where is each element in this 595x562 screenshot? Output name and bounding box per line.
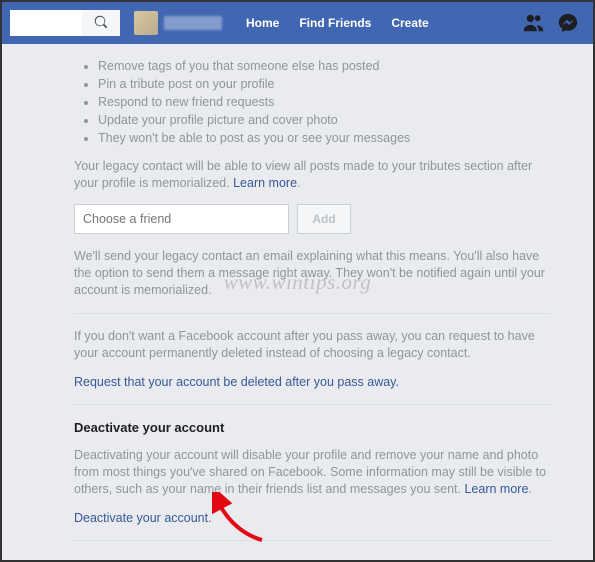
search-icon — [94, 15, 108, 32]
profile-chip[interactable] — [128, 11, 228, 35]
learn-more-link[interactable]: Learn more — [464, 482, 528, 496]
divider — [74, 313, 551, 314]
request-delete-link[interactable]: Request that your account be deleted aft… — [74, 375, 399, 389]
legacy-email-note: We'll send your legacy contact an email … — [74, 248, 551, 299]
profile-name-blurred — [164, 16, 222, 30]
top-navbar: Home Find Friends Create — [2, 2, 593, 44]
nav-find-friends[interactable]: Find Friends — [289, 2, 381, 44]
legacy-description: Your legacy contact will be able to view… — [74, 158, 551, 192]
list-item: They won't be able to post as you or see… — [98, 130, 551, 147]
list-item: Pin a tribute post on your profile — [98, 76, 551, 93]
topbar-icons — [523, 12, 585, 34]
avatar — [134, 11, 158, 35]
list-item: Respond to new friend requests — [98, 94, 551, 111]
settings-content: Remove tags of you that someone else has… — [2, 44, 593, 541]
friends-icon[interactable] — [523, 12, 545, 34]
deactivate-heading: Deactivate your account — [74, 419, 551, 437]
choose-friend-row: Add — [74, 204, 551, 234]
nav-links: Home Find Friends Create — [236, 2, 439, 44]
list-item: Update your profile picture and cover ph… — [98, 112, 551, 129]
search-button[interactable] — [82, 10, 120, 36]
deactivate-account-link[interactable]: Deactivate your account. — [74, 511, 212, 525]
legacy-permissions-list: Remove tags of you that someone else has… — [74, 58, 551, 146]
search-wrap — [10, 10, 120, 36]
choose-friend-input[interactable] — [74, 204, 289, 234]
messenger-icon[interactable] — [557, 12, 579, 34]
list-item: Remove tags of you that someone else has… — [98, 58, 551, 75]
nav-home[interactable]: Home — [236, 2, 289, 44]
divider — [74, 404, 551, 405]
search-input[interactable] — [10, 10, 82, 36]
nav-create[interactable]: Create — [381, 2, 438, 44]
learn-more-link[interactable]: Learn more — [233, 176, 297, 190]
delete-after-death-para: If you don't want a Facebook account aft… — [74, 328, 551, 362]
divider — [74, 540, 551, 541]
deactivate-description: Deactivating your account will disable y… — [74, 447, 551, 498]
add-button[interactable]: Add — [297, 204, 351, 234]
